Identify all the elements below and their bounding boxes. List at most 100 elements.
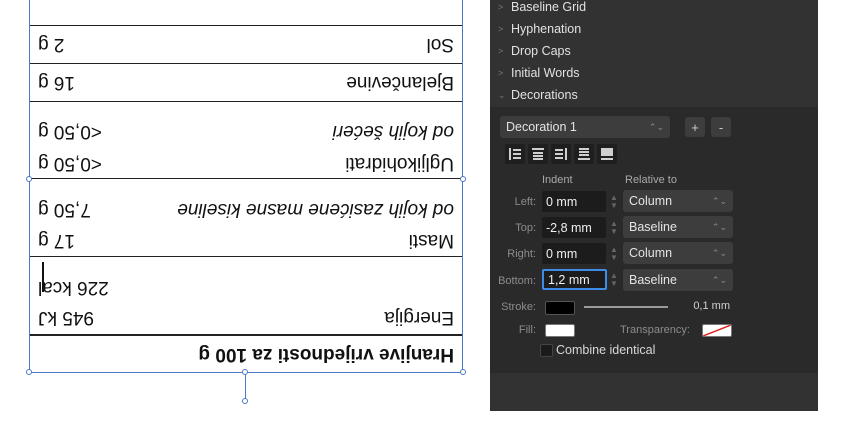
fill-label: Fill: [518,324,536,336]
table-row[interactable]: Bjelančevine 16 g [30,64,462,100]
left-relative-select[interactable]: Column ⌃⌄ [623,190,733,212]
rotation-handle[interactable] [242,398,248,404]
chevron-right-icon: > [498,2,504,12]
row-value: 226 kcal [38,277,109,298]
updown-icon: ⌃⌄ [711,221,727,232]
document-canvas[interactable]: Hranjive vrijednosti za 100 g Energija 9… [0,0,480,425]
text-caret [42,262,44,292]
row-value: 16 g [38,72,75,93]
row-value: <0,50 g [38,153,102,174]
top-label: Top: [515,222,536,234]
top-indent-field[interactable]: -2,8 mm [542,217,606,238]
paragraph-panel: > Baseline Grid > Hyphenation > Drop Cap… [490,0,818,411]
bottom-stepper[interactable]: ▲ ▼ [608,269,620,290]
selection-handle[interactable] [242,369,248,375]
section-label: Decorations [511,88,578,102]
chevron-right-icon: > [498,68,504,78]
bottom-relative-select[interactable]: Baseline ⌃⌄ [623,269,733,291]
section-label: Hyphenation [511,22,582,36]
bottom-label: Bottom: [498,275,536,287]
remove-decoration-button[interactable]: - [711,117,731,137]
table-divider [30,25,462,26]
select-value: Baseline [629,273,677,287]
section-decorations[interactable]: ⌄ Decorations [498,84,578,106]
table-row[interactable]: 226 kcal [30,272,462,302]
row-name: Bjelančevine [346,72,454,93]
section-drop-caps[interactable]: > Drop Caps [498,40,571,62]
table-row[interactable]: Masti 17 g [30,225,462,255]
table-row[interactable]: Energija 945 kJ [30,302,462,332]
selection-handle[interactable] [26,369,32,375]
select-value: Baseline [629,220,677,234]
table-title-row[interactable]: Hranjive vrijednosti za 100 g [30,336,462,372]
transparency-swatch[interactable] [702,324,732,337]
section-hyphenation[interactable]: > Hyphenation [498,18,581,40]
chevron-right-icon: > [498,24,504,34]
row-value: 17 g [38,230,75,251]
select-value: Column [629,246,673,260]
decoration-top-icon[interactable] [528,144,548,164]
table-row[interactable]: Ugljikohidrati <0,50 g [30,148,462,178]
stroke-width-value: 0,1 mm [693,300,730,312]
row-value: 7,50 g [38,199,91,220]
rotation-stem [245,372,246,401]
fill-color-swatch[interactable] [545,324,575,337]
section-initial-words[interactable]: > Initial Words [498,62,580,84]
relative-column-header: Relative to [625,174,677,186]
chevron-down-icon: ⌄ [498,89,506,100]
select-value: Column [629,194,673,208]
stroke-width-slider[interactable] [584,306,668,308]
row-name: Energija [384,307,454,328]
section-label: Baseline Grid [511,0,587,14]
table-divider [30,63,462,64]
section-baseline-grid[interactable]: > Baseline Grid [498,0,586,18]
top-relative-select[interactable]: Baseline ⌃⌄ [623,216,733,238]
right-stepper[interactable]: ▲ ▼ [608,243,620,264]
decoration-left-icon[interactable] [505,144,525,164]
bottom-indent-field[interactable]: 1,2 mm [542,269,607,290]
decoration-right-icon[interactable] [551,144,571,164]
section-label: Initial Words [511,66,580,80]
right-indent-field[interactable]: 0 mm [542,243,606,264]
stroke-color-swatch[interactable] [545,301,575,315]
decoration-select[interactable]: Decoration 1 ⌃⌄ [500,116,670,138]
top-stepper[interactable]: ▲ ▼ [608,217,620,238]
row-name: Sol [426,34,454,55]
stroke-label: Stroke: [501,301,536,313]
add-decoration-button[interactable]: + [685,117,705,137]
row-value: <0,50 g [38,121,102,142]
row-value: 2 g [38,34,65,55]
table-divider [30,334,462,336]
table-row[interactable]: od kojih zasićene masne kiseline 7,50 g [30,194,462,224]
chevron-right-icon: > [498,46,504,56]
updown-icon: ⌃⌄ [711,195,727,206]
row-name: Masti [408,230,454,251]
remove-label: - [718,119,724,135]
right-relative-select[interactable]: Column ⌃⌄ [623,242,733,264]
table-divider [30,256,462,257]
updown-icon: ⌃⌄ [711,274,727,285]
table-row[interactable]: od kojih šećeri <0,50 g [30,116,462,146]
table-divider [30,101,462,102]
combine-identical-checkbox[interactable] [540,344,553,357]
transparency-label: Transparency: [620,324,690,336]
selection-handle[interactable] [26,176,32,182]
row-name: od kojih zasićene masne kiseline [177,199,454,220]
combine-identical-label: Combine identical [556,343,656,357]
nutrition-table[interactable]: Hranjive vrijednosti za 100 g Energija 9… [29,0,463,372]
table-title: Hranjive vrijednosti za 100 g [198,344,454,365]
left-stepper[interactable]: ▲ ▼ [608,191,620,212]
selection-handle[interactable] [460,176,466,182]
selection-handle[interactable] [460,369,466,375]
left-label: Left: [514,196,536,208]
decoration-bottom-icon[interactable] [574,144,594,164]
updown-icon: ⌃⌄ [711,247,727,258]
right-label: Right: [507,248,536,260]
row-name: od kojih šećeri [332,121,454,142]
row-name: Ugljikohidrati [345,153,454,174]
table-row[interactable]: Sol 2 g [30,26,462,62]
row-value: 945 kJ [38,307,94,328]
left-indent-field[interactable]: 0 mm [542,191,606,212]
updown-icon: ⌃⌄ [648,121,664,132]
decoration-fill-icon[interactable] [597,144,617,164]
